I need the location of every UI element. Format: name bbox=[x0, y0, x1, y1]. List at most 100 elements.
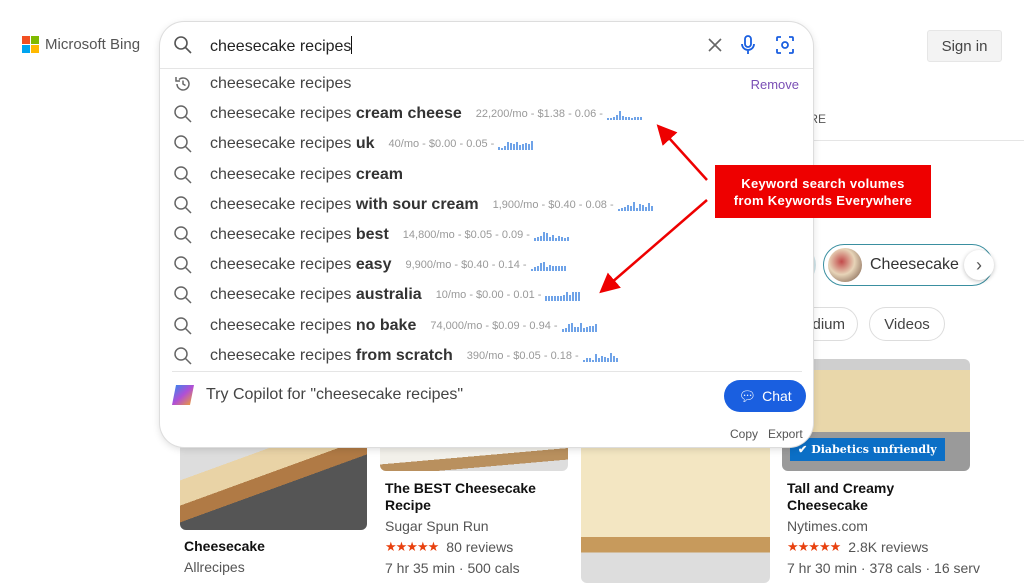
trend-bar bbox=[650, 205, 653, 211]
search-icon bbox=[174, 316, 192, 335]
chat-button[interactable]: 💬︎ Chat bbox=[724, 380, 806, 412]
trend-bar bbox=[591, 359, 594, 362]
trend-bar bbox=[600, 355, 603, 362]
trend-bar bbox=[647, 202, 650, 211]
copilot-suggestion[interactable]: Try Copilot for "cheesecake recipes" bbox=[170, 382, 463, 408]
visual-search-icon[interactable] bbox=[775, 35, 795, 55]
trend-bar bbox=[528, 144, 531, 151]
history-suggestion[interactable]: cheesecake recipes Remove bbox=[160, 69, 813, 99]
trend-bar bbox=[612, 117, 615, 121]
microphone-icon[interactable] bbox=[740, 35, 756, 55]
filter-pill-videos[interactable]: Videos bbox=[869, 307, 945, 341]
suggestion-completion: with sour cream bbox=[355, 195, 479, 213]
search-icon bbox=[174, 347, 192, 365]
trend-sparkline bbox=[498, 140, 534, 151]
recipe-image[interactable] bbox=[581, 430, 770, 583]
trend-sparkline bbox=[582, 352, 618, 362]
search-suggestion[interactable]: cheesecake recipes best 14,800/mo - $0.05… bbox=[160, 220, 813, 250]
trend-bar bbox=[551, 296, 554, 302]
trend-bar bbox=[591, 325, 594, 332]
suggestion-prefix: cheesecake recipes bbox=[210, 316, 352, 334]
trend-bar bbox=[615, 115, 618, 121]
search-suggestion[interactable]: cheesecake recipes australia 10/mo - $0.0… bbox=[160, 280, 813, 310]
trend-bar bbox=[627, 117, 630, 121]
trend-bar bbox=[554, 266, 557, 272]
search-suggestion[interactable]: cheesecake recipes cream cheese 22,200/mo… bbox=[160, 99, 813, 129]
export-link[interactable]: Export bbox=[768, 427, 803, 441]
trend-bar bbox=[609, 118, 612, 121]
logo-text: Microsoft Bing bbox=[45, 36, 141, 53]
search-suggestion[interactable]: cheesecake recipes from scratch 390/mo - … bbox=[160, 341, 813, 371]
search-suggestion[interactable]: cheesecake recipes easy 9,900/mo - $0.40 … bbox=[160, 250, 813, 280]
keyword-metrics: 390/mo - $0.05 - 0.18 - bbox=[467, 350, 618, 362]
search-icon bbox=[174, 105, 192, 123]
trend-bar bbox=[539, 236, 542, 241]
cheesecake-thumbnail bbox=[828, 248, 862, 282]
trend-bar bbox=[510, 143, 513, 151]
trend-bar bbox=[557, 236, 560, 241]
trend-bar bbox=[564, 327, 567, 332]
trend-bar bbox=[638, 203, 641, 211]
search-icon[interactable] bbox=[173, 35, 193, 55]
trend-bar bbox=[516, 142, 519, 151]
trend-bar bbox=[603, 356, 606, 362]
trend-bar bbox=[641, 204, 644, 211]
trend-bar bbox=[579, 322, 582, 332]
search-suggestion[interactable]: cheesecake recipes no bake 74,000/mo - $0… bbox=[160, 311, 813, 341]
trend-bar bbox=[633, 117, 636, 121]
remove-history-button[interactable]: Remove bbox=[751, 77, 799, 92]
suggestion-prefix: cheesecake recipes bbox=[210, 105, 352, 123]
trend-bar bbox=[576, 326, 579, 332]
bing-logo[interactable]: Microsoft Bing bbox=[22, 36, 140, 53]
search-icon bbox=[174, 165, 192, 184]
recipe-source: Nytimes.com bbox=[787, 518, 868, 534]
search-box: cheesecake recipes cheesecake recipes Re… bbox=[160, 22, 813, 447]
trend-bar bbox=[621, 116, 624, 121]
trend-bar bbox=[551, 266, 554, 272]
trend-bar bbox=[567, 323, 570, 332]
trend-bar bbox=[542, 262, 545, 272]
search-suggestion[interactable]: cheesecake recipes uk 40/mo - $0.00 - 0.0… bbox=[160, 129, 813, 159]
clear-icon[interactable] bbox=[708, 38, 722, 52]
trend-bar bbox=[542, 232, 545, 241]
suggestion-completion: cream bbox=[355, 165, 404, 183]
suggestion-completion: cream cheese bbox=[355, 105, 462, 123]
trend-bar bbox=[548, 237, 551, 241]
trend-bar bbox=[623, 206, 626, 211]
trend-sparkline bbox=[617, 201, 653, 211]
trend-bar bbox=[530, 269, 533, 272]
trend-bar bbox=[606, 357, 609, 362]
chevron-right-icon[interactable]: › bbox=[964, 250, 994, 280]
trend-sparkline bbox=[533, 231, 569, 241]
search-icon bbox=[174, 256, 192, 274]
recipe-title[interactable]: Cheesecake bbox=[184, 538, 265, 555]
search-input[interactable]: cheesecake recipes bbox=[210, 36, 353, 56]
trend-bar bbox=[561, 328, 564, 332]
trend-bar bbox=[566, 292, 569, 302]
copy-link[interactable]: Copy bbox=[730, 427, 758, 441]
keyword-metrics: 74,000/mo - $0.09 - 0.94 - bbox=[430, 320, 597, 332]
recipe-title[interactable]: The BEST Cheesecake Recipe bbox=[385, 480, 555, 514]
trend-bar bbox=[594, 323, 597, 332]
suggestion-prefix: cheesecake recipes bbox=[210, 75, 352, 92]
trend-bar bbox=[557, 266, 560, 272]
trend-bar bbox=[612, 355, 615, 362]
trend-bar bbox=[588, 325, 591, 332]
trend-bar bbox=[626, 204, 629, 211]
rating-stars: ★★★★★ bbox=[385, 539, 439, 554]
suggestion-completion: australia bbox=[355, 286, 422, 304]
trend-bar bbox=[522, 144, 525, 151]
trend-bar bbox=[513, 144, 516, 151]
chip-label: Cheesecake bbox=[870, 256, 959, 273]
trend-bar bbox=[615, 357, 618, 362]
trend-sparkline bbox=[530, 261, 566, 272]
badge-label: Diabetics unfriendly bbox=[811, 443, 937, 456]
sign-in-button[interactable]: Sign in bbox=[927, 30, 1002, 62]
copilot-icon bbox=[172, 385, 194, 405]
trend-bar bbox=[570, 322, 573, 332]
copilot-text: Try Copilot for "cheesecake recipes" bbox=[206, 386, 464, 403]
recipe-title[interactable]: Tall and Creamy Cheesecake bbox=[787, 480, 937, 514]
keyword-metrics: 22,200/mo - $1.38 - 0.06 - bbox=[476, 108, 642, 121]
trend-bar bbox=[548, 296, 551, 302]
keyword-metrics: 40/mo - $0.00 - 0.05 - bbox=[389, 138, 534, 151]
